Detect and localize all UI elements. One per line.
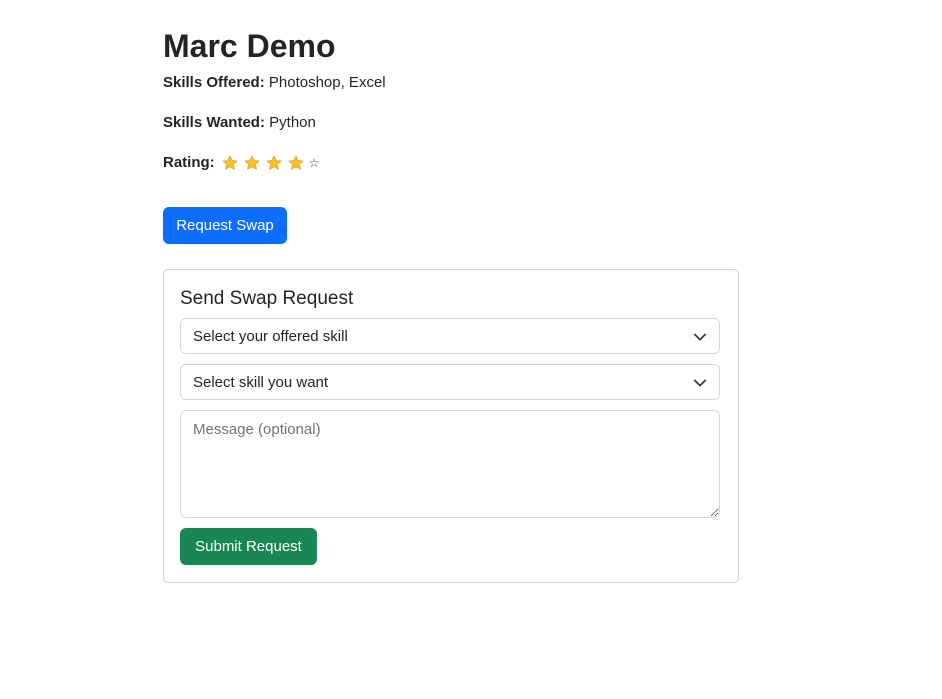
skills-offered-value: Photoshop, Excel [268,74,386,91]
star-filled-icon [222,155,238,170]
swap-request-title: Send Swap Request [180,288,354,309]
skills-wanted-label: Skills Wanted: [163,114,265,131]
chevron-down-icon [693,379,707,387]
request-swap-button[interactable]: Request Swap [163,207,287,244]
star-filled-icon [288,155,304,170]
wanted-skill-select[interactable]: Select skill you want [180,364,720,400]
swap-request-card: Send Swap Request Select your offered sk… [163,269,739,583]
skills-wanted-value: Python [269,114,316,131]
profile-name: Marc Demo [163,28,336,64]
rating-label: Rating: [163,154,215,171]
submit-request-button[interactable]: Submit Request [180,528,317,565]
star-empty-icon: ☆ [308,156,320,170]
star-filled-icon [266,155,282,170]
rating-line: Rating: ☆ [163,153,319,173]
offered-skill-select[interactable]: Select your offered skill [180,318,720,354]
skills-wanted-line: Skills Wanted: Python [163,113,316,133]
wanted-skill-select-value: Select skill you want [193,373,329,391]
skills-offered-line: Skills Offered: Photoshop, Excel [163,73,386,93]
message-textarea[interactable] [180,410,720,518]
offered-skill-select-value: Select your offered skill [193,327,348,345]
rating-stars: ☆ [221,154,320,172]
chevron-down-icon [693,333,707,341]
star-filled-icon [244,155,260,170]
skills-offered-label: Skills Offered: [163,74,265,91]
